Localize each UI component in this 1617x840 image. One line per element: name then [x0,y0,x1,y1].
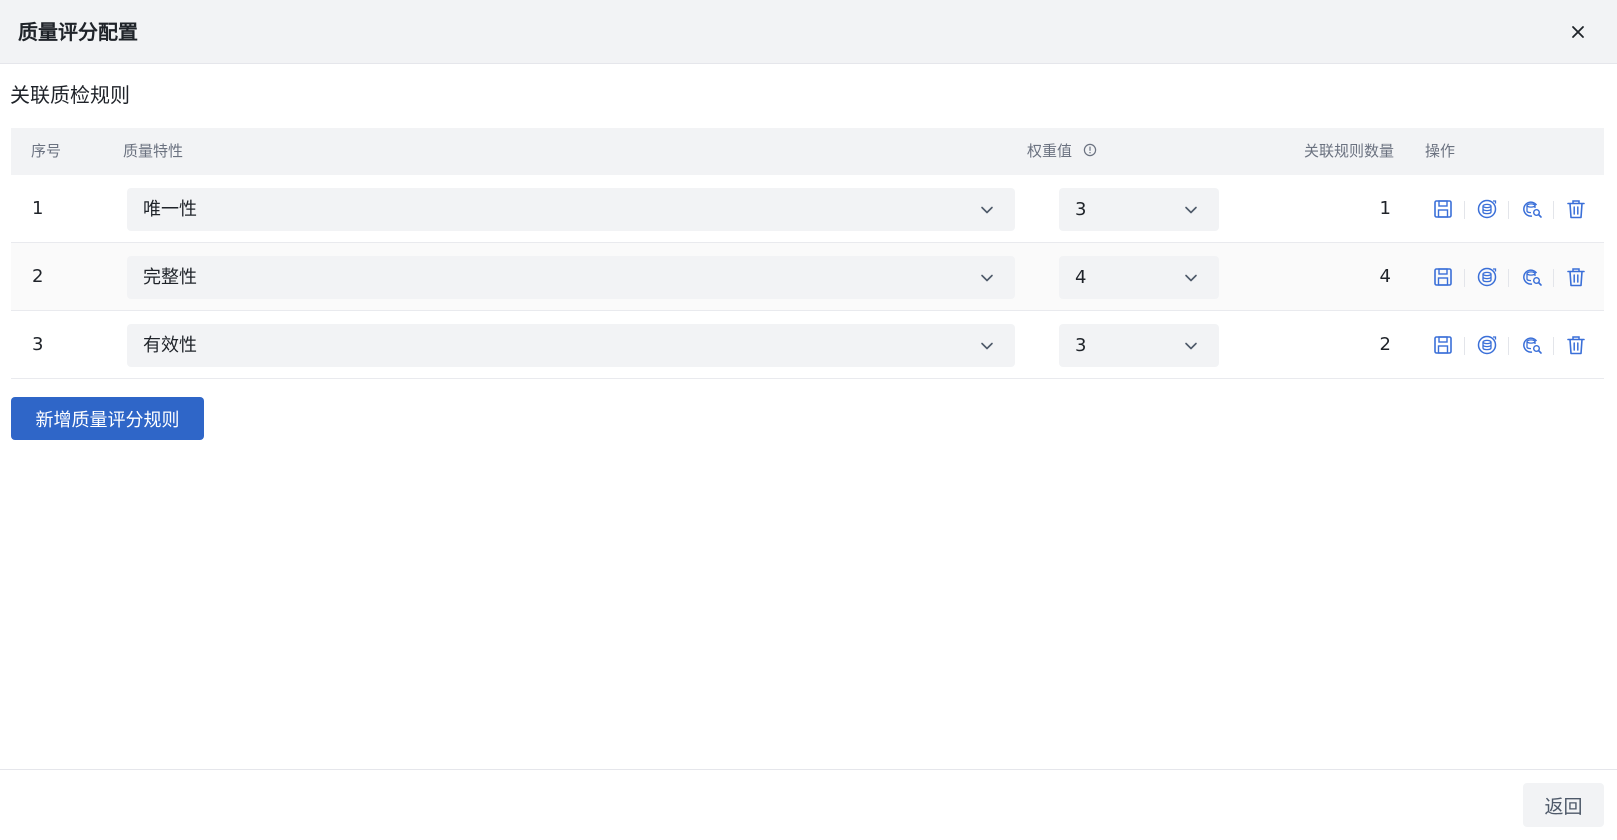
sync-button[interactable] [1475,333,1499,357]
chevron-down-icon [1185,206,1197,214]
back-button[interactable]: 返回 [1523,783,1604,827]
quality-select[interactable]: 完整性 [127,256,1015,299]
chevron-down-icon [981,206,993,214]
weight-select[interactable]: 3 [1059,188,1219,231]
action-divider [1508,269,1509,287]
rule-count: 2 [1379,334,1391,355]
action-divider [1553,337,1554,355]
table-header: 序号 质量特性 权重值 关联规则数量 操作 [11,128,1604,175]
row-index: 1 [32,198,44,219]
database-search-icon [1523,337,1542,354]
quality-select[interactable]: 有效性 [127,324,1015,367]
chevron-down-icon [1185,274,1197,282]
save-button[interactable] [1431,333,1455,357]
delete-button[interactable] [1564,197,1588,221]
trash-icon [1567,268,1585,287]
row-index: 3 [32,334,44,355]
weight-value: 3 [1075,335,1087,356]
header-rule-count: 关联规则数量 [1303,142,1394,160]
chevron-down-icon [981,274,993,282]
sync-button[interactable] [1475,197,1499,221]
save-icon [1434,200,1452,218]
section-title: 关联质检规则 [10,83,130,107]
database-search-icon [1523,269,1542,286]
close-button[interactable] [1566,20,1590,44]
rules-table: 序号 质量特性 权重值 关联规则数量 操作 1 唯一性 3 1 2 完整性 4 … [11,128,1604,379]
save-icon [1434,268,1452,286]
delete-button[interactable] [1564,265,1588,289]
view-rules-button[interactable] [1520,197,1544,221]
action-divider [1464,201,1465,219]
sync-button[interactable] [1475,265,1499,289]
database-refresh-icon [1477,267,1497,287]
weight-value: 4 [1075,267,1087,288]
header-actions: 操作 [1425,142,1456,160]
view-rules-button[interactable] [1520,265,1544,289]
header-quality: 质量特性 [123,142,184,160]
quality-value: 有效性 [143,335,197,356]
quality-value: 唯一性 [143,199,197,220]
dialog-header: 质量评分配置 [0,0,1617,64]
header-weight: 权重值 [1027,142,1073,160]
quality-value: 完整性 [143,267,197,288]
header-weight-wrap: 权重值 [1027,128,1097,175]
database-refresh-icon [1477,335,1497,355]
action-divider [1508,337,1509,355]
rule-count: 4 [1379,266,1391,287]
dialog-title: 质量评分配置 [18,20,138,44]
weight-value: 3 [1075,199,1087,220]
rule-count: 1 [1379,198,1391,219]
row-index: 2 [32,266,44,287]
database-refresh-icon [1477,199,1497,219]
close-icon [1572,26,1584,38]
table-row: 3 有效性 3 2 [11,311,1604,379]
info-icon[interactable] [1083,143,1097,157]
action-divider [1464,269,1465,287]
save-icon [1434,336,1452,354]
trash-icon [1567,336,1585,355]
weight-select[interactable]: 3 [1059,324,1219,367]
action-divider [1464,337,1465,355]
header-index: 序号 [31,142,62,160]
table-row: 1 唯一性 3 1 [11,175,1604,243]
add-quality-rule-button[interactable]: 新增质量评分规则 [11,397,204,440]
quality-score-dialog: 质量评分配置 关联质检规则 序号 质量特性 权重值 关联规则数量 操作 1 唯一… [0,0,1617,840]
quality-select[interactable]: 唯一性 [127,188,1015,231]
chevron-down-icon [1185,342,1197,350]
table-row: 2 完整性 4 4 [11,243,1604,311]
save-button[interactable] [1431,197,1455,221]
chevron-down-icon [981,342,993,350]
view-rules-button[interactable] [1520,333,1544,357]
dialog-footer: 返回 [0,769,1617,840]
delete-button[interactable] [1564,333,1588,357]
save-button[interactable] [1431,265,1455,289]
action-divider [1508,201,1509,219]
trash-icon [1567,200,1585,219]
weight-select[interactable]: 4 [1059,256,1219,299]
database-search-icon [1523,201,1542,218]
action-divider [1553,269,1554,287]
action-divider [1553,201,1554,219]
